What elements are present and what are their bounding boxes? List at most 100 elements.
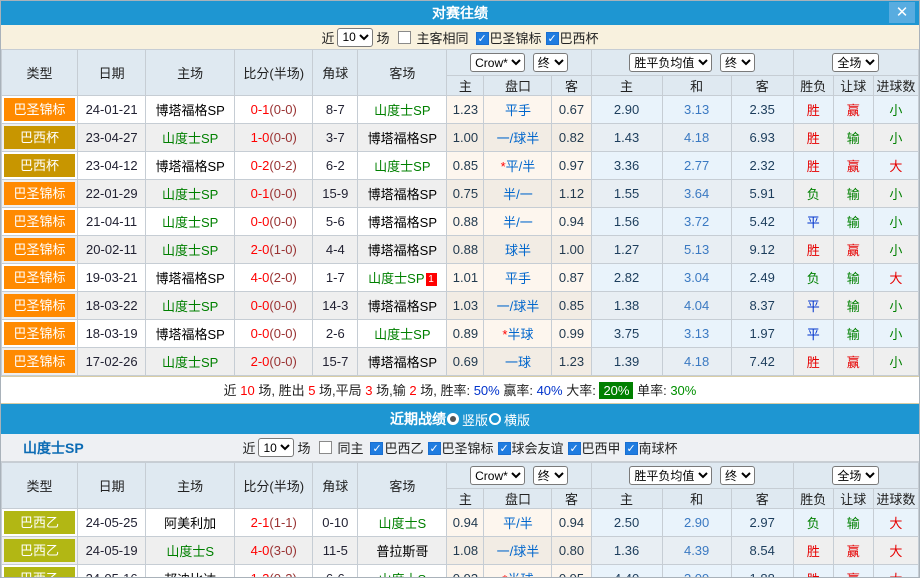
result-cell: 平 <box>793 320 833 348</box>
checkbox-checked-icon[interactable] <box>476 32 489 45</box>
checkbox-checked-icon[interactable] <box>498 442 511 455</box>
result-header: 全场 <box>793 463 918 489</box>
score: 2-0(1-0) <box>235 236 313 264</box>
scope-select[interactable]: 全场 <box>832 466 879 485</box>
match-row: 巴西乙24-05-25阿美利加2-1(1-1)0-10山度士S0.94平/半0.… <box>2 509 919 537</box>
same-venue-checkbox[interactable] <box>398 31 411 44</box>
league-checkbox-label: 球会友谊 <box>512 441 564 456</box>
odds-provider-select[interactable]: Crow* <box>470 466 525 485</box>
corner-score: 6-6 <box>313 565 358 578</box>
odds-provider-select[interactable]: Crow* <box>470 53 525 72</box>
ah-home-odds: 0.88 <box>447 236 484 264</box>
handicap-result-cell: 赢 <box>833 96 873 124</box>
ah-home-odds: 0.75 <box>447 180 484 208</box>
eu-home-odds: 1.39 <box>591 348 662 376</box>
ah-handicap: 一/球半 <box>484 124 552 152</box>
recent-title: 近期战绩 <box>390 409 446 429</box>
checkbox-checked-icon[interactable] <box>428 442 441 455</box>
ah-away-odds: 0.67 <box>552 96 591 124</box>
result-cell: 平 <box>793 208 833 236</box>
corner-score: 3-7 <box>313 124 358 152</box>
eu-away-odds: 2.35 <box>731 96 793 124</box>
summary-token: 50% <box>474 383 500 398</box>
recent-table: 类型 日期 主场 比分(半场) 角球 客场 Crow* 终 胜平负均值 终 全场 <box>1 462 919 578</box>
handicap-result-cell: 输 <box>833 292 873 320</box>
ah-handicap: 一/球半 <box>484 537 552 565</box>
score: 1-2(0-2) <box>235 565 313 578</box>
checkbox-checked-icon[interactable] <box>370 442 383 455</box>
subcol-result: 胜负 <box>793 489 833 509</box>
ah-away-odds: 0.87 <box>552 264 591 292</box>
corner-score: 14-3 <box>313 292 358 320</box>
checkbox-checked-icon[interactable] <box>625 442 638 455</box>
match-date: 23-04-27 <box>78 124 146 152</box>
col-away: 客场 <box>358 50 447 96</box>
ah-away-odds: 0.94 <box>552 509 591 537</box>
home-team: 山度士S <box>146 537 235 565</box>
eu-home-odds: 1.27 <box>591 236 662 264</box>
summary-token: 40% <box>537 383 563 398</box>
close-icon[interactable]: ✕ <box>889 2 915 23</box>
subcol-ah-away: 客 <box>552 76 591 96</box>
eu-draw-odds: 2.77 <box>662 152 731 180</box>
corner-score: 11-5 <box>313 537 358 565</box>
summary-token: 赢率: <box>500 383 537 398</box>
summary-token: 30% <box>670 383 696 398</box>
same-home-checkbox[interactable] <box>319 441 332 454</box>
ah-final-select[interactable]: 终 <box>533 466 568 485</box>
goals-result-cell: 小 <box>873 320 918 348</box>
match-row: 巴圣锦标20-02-11山度士SP2-0(1-0)4-4博塔福格SP0.88球半… <box>2 236 919 264</box>
col-corner: 角球 <box>313 50 358 96</box>
eu-draw-odds: 3.13 <box>662 320 731 348</box>
checkbox-checked-icon[interactable] <box>546 32 559 45</box>
h2h-league-filters: 巴圣锦标巴西杯 <box>472 28 599 47</box>
scope-select[interactable]: 全场 <box>832 53 879 72</box>
away-team: 博塔福格SP <box>358 292 447 320</box>
score: 2-1(1-1) <box>235 509 313 537</box>
goals-result-cell: 小 <box>873 124 918 152</box>
eu-final-select[interactable]: 终 <box>720 466 755 485</box>
horizontal-radio[interactable] <box>489 413 501 425</box>
ah-away-odds: 0.97 <box>552 152 591 180</box>
score: 0-0(0-0) <box>235 292 313 320</box>
ah-handicap: 半/一 <box>484 180 552 208</box>
col-away: 客场 <box>358 463 447 509</box>
ah-final-select[interactable]: 终 <box>533 53 568 72</box>
result-cell: 负 <box>793 264 833 292</box>
eu-final-select[interactable]: 终 <box>720 53 755 72</box>
summary-token: 大率: <box>563 383 600 398</box>
league-checkbox-label: 巴圣锦标 <box>490 31 542 46</box>
summary-token: 胜率: <box>440 383 473 398</box>
col-home: 主场 <box>146 50 235 96</box>
ah-away-odds: 0.95 <box>552 565 591 578</box>
score: 1-0(0-0) <box>235 124 313 152</box>
away-team: 博塔福格SP <box>358 124 447 152</box>
away-team: 普拉斯哥 <box>358 537 447 565</box>
subcol-eu-draw: 和 <box>662 489 731 509</box>
col-date: 日期 <box>78 463 146 509</box>
recent-count-select[interactable]: 10 <box>258 438 294 457</box>
match-date: 18-03-19 <box>78 320 146 348</box>
summary-token: 单率: <box>633 383 670 398</box>
eu-draw-odds: 2.90 <box>662 509 731 537</box>
league-badge: 巴西乙 <box>4 567 75 578</box>
eu-avg-select[interactable]: 胜平负均值 <box>629 466 712 485</box>
league-badge: 巴西杯 <box>4 154 75 177</box>
h2h-count-select[interactable]: 10 <box>337 28 373 47</box>
corner-score: 0-10 <box>313 509 358 537</box>
score: 0-0(0-0) <box>235 320 313 348</box>
handicap-star: * <box>501 159 506 174</box>
col-score: 比分(半场) <box>235 50 313 96</box>
eu-avg-select[interactable]: 胜平负均值 <box>629 53 712 72</box>
checkbox-checked-icon[interactable] <box>568 442 581 455</box>
goals-result-cell: 大 <box>873 152 918 180</box>
vertical-radio[interactable] <box>447 413 459 425</box>
corner-score: 4-4 <box>313 236 358 264</box>
recent-filter-bar: 山度士SP 近 10 场 同主 巴西乙巴圣锦标球会友谊巴西甲南球杯 <box>1 434 919 462</box>
home-team: 山度士SP <box>146 292 235 320</box>
corner-score: 2-6 <box>313 320 358 348</box>
league-badge-cell: 巴圣锦标 <box>2 180 78 208</box>
corner-score: 15-9 <box>313 180 358 208</box>
col-score: 比分(半场) <box>235 463 313 509</box>
league-badge: 巴西杯 <box>4 126 75 149</box>
